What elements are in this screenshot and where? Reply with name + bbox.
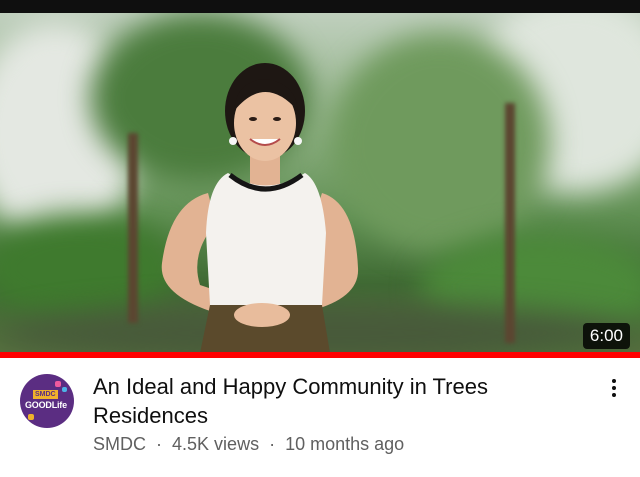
logo-accent	[55, 381, 61, 387]
video-thumbnail[interactable]: 6:00	[0, 13, 640, 352]
channel-avatar[interactable]: SMDC GOODLife	[20, 374, 74, 428]
upload-age: 10 months ago	[285, 434, 405, 454]
video-title[interactable]: An Ideal and Happy Community in Trees Re…	[93, 372, 573, 430]
watch-progress-fill	[0, 352, 640, 358]
tree-trunk	[505, 103, 515, 343]
duration-badge: 6:00	[582, 323, 630, 349]
logo-wordmark: GOODLife	[25, 400, 67, 410]
more-vert-icon[interactable]	[602, 376, 626, 400]
top-status-strip	[0, 0, 640, 13]
logo-badge: SMDC	[33, 390, 58, 399]
watch-progress-bar	[0, 352, 640, 358]
logo-accent	[62, 387, 67, 392]
view-count: 4.5K views	[172, 434, 260, 454]
meta-separator: ·	[269, 434, 276, 454]
channel-name[interactable]: SMDC	[93, 434, 146, 455]
meta-separator: ·	[156, 434, 163, 454]
presenter-figure	[161, 63, 359, 352]
logo-accent	[28, 414, 34, 420]
video-metadata: SMDC · 4.5K views · 10 months ago	[93, 434, 404, 455]
tree-trunk	[128, 133, 138, 323]
